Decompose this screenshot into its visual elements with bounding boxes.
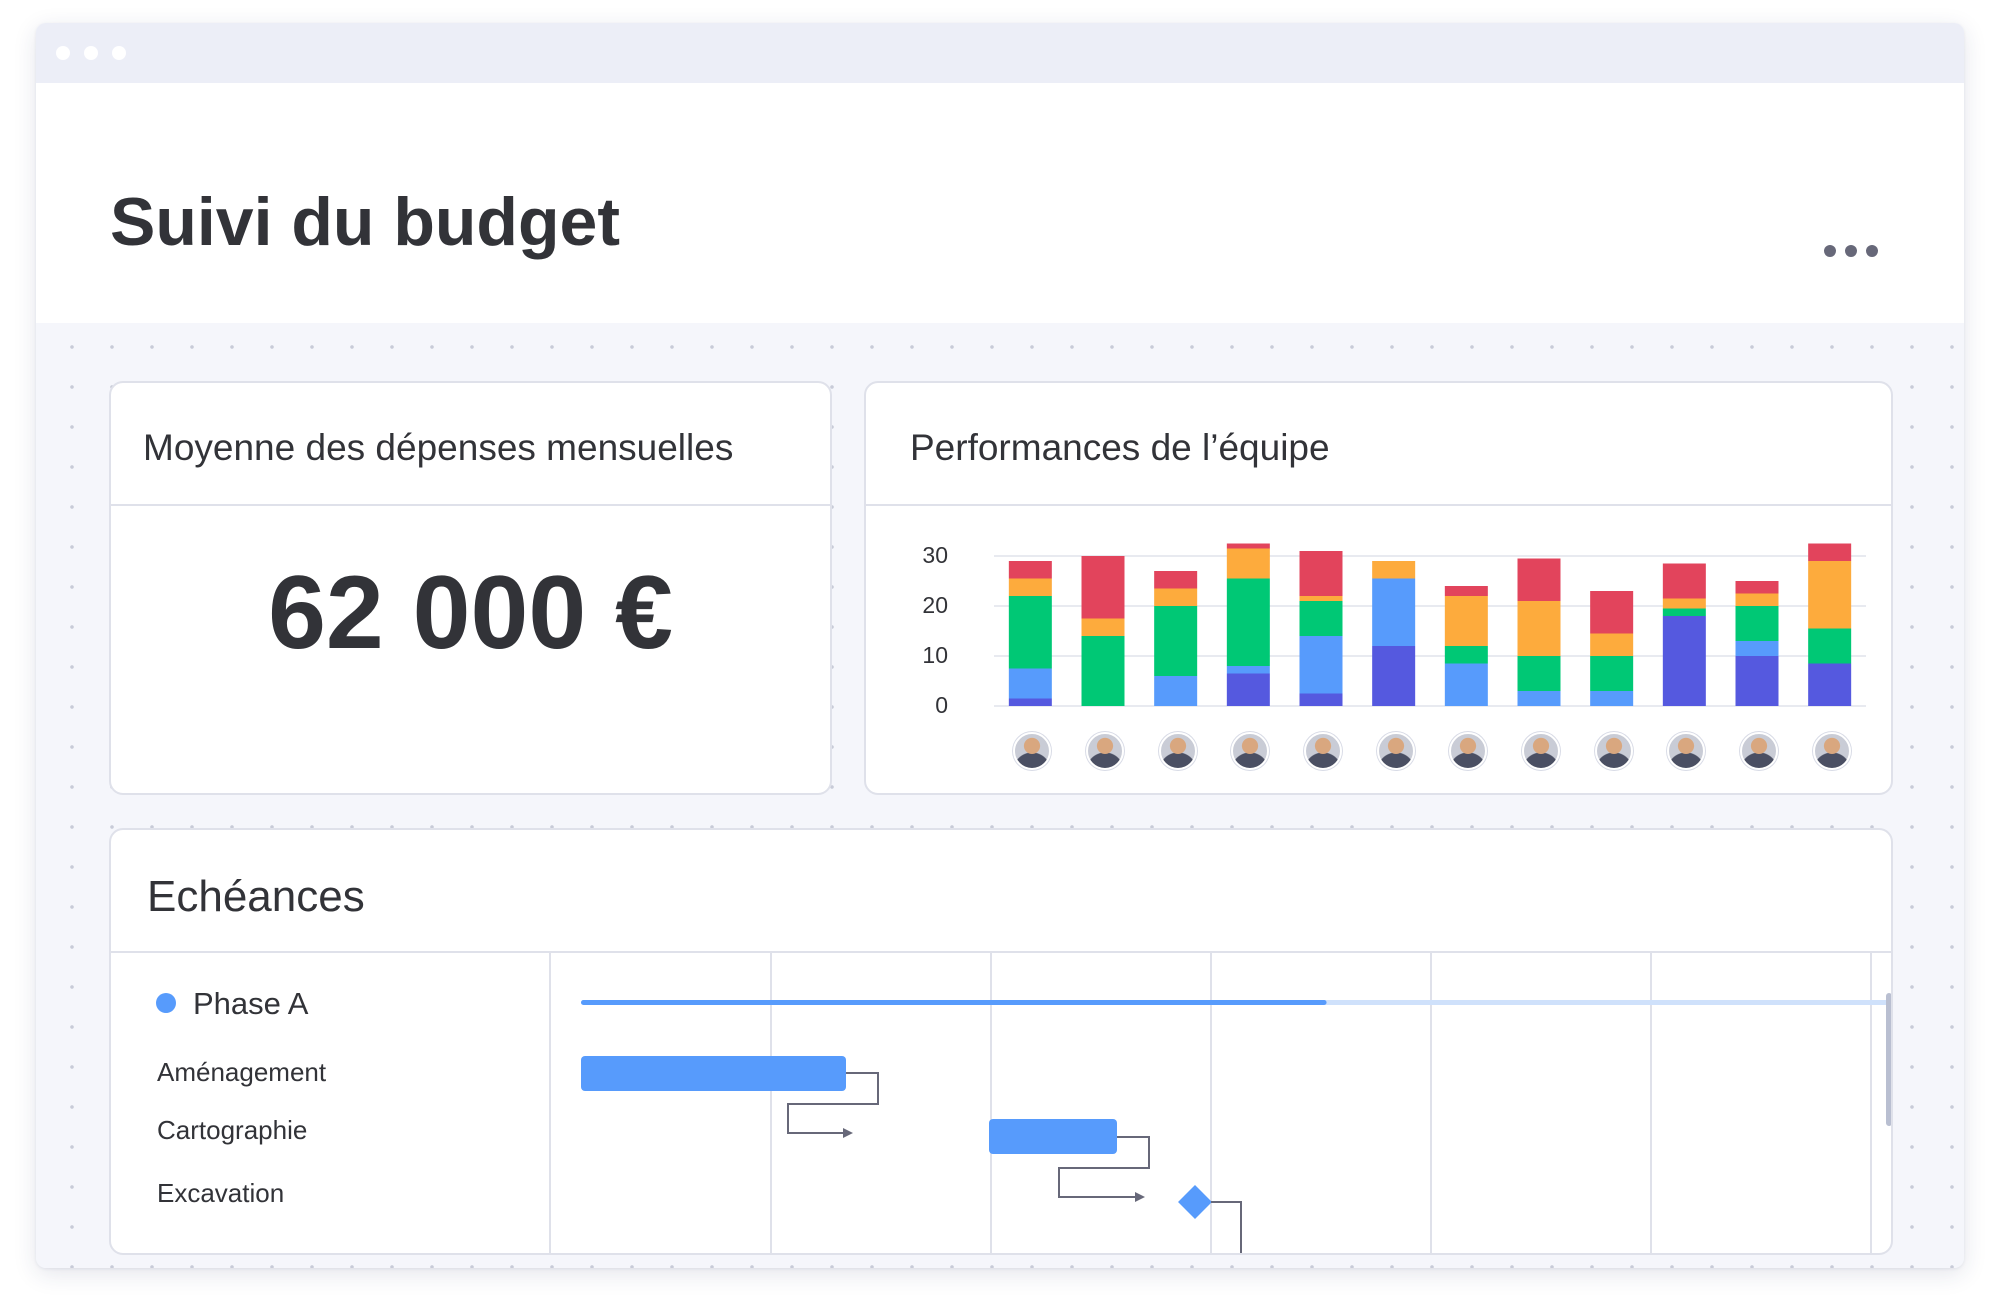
bar-segment[interactable]: [1444, 663, 1488, 707]
bar-segment[interactable]: [1226, 673, 1270, 707]
more-horizontal-icon-dot: [1866, 245, 1878, 257]
bar-segment[interactable]: [1226, 543, 1270, 549]
bar-segment[interactable]: [1081, 618, 1125, 637]
task-bar-cartographie[interactable]: [989, 1119, 1117, 1154]
bar-segment[interactable]: [1444, 586, 1488, 596]
window-control-dot[interactable]: [84, 46, 98, 60]
bar-segment[interactable]: [1372, 578, 1416, 647]
bar-segment[interactable]: [1444, 596, 1488, 646]
widget-title: Performances de l’équipe: [910, 427, 1330, 468]
dependency-connector: [1211, 1201, 1242, 1253]
task-label[interactable]: Cartographie: [157, 1115, 307, 1146]
bar-segment[interactable]: [1154, 571, 1198, 589]
milestone-excavation[interactable]: [1178, 1185, 1212, 1219]
task-bar-amenagement[interactable]: [581, 1056, 846, 1091]
bar-segment[interactable]: [1008, 561, 1052, 579]
bar-segment[interactable]: [1808, 561, 1852, 629]
performance-chart: 0 10 20 30: [866, 506, 1891, 791]
dependency-arrow-icon: [843, 1128, 853, 1138]
user-avatar-icon[interactable]: [1086, 732, 1124, 770]
average-spending-widget[interactable]: Moyenne des dépenses mensuelles 62 000 €: [109, 381, 832, 795]
phase-color-dot: [156, 993, 176, 1013]
gantt-task-list: Phase A Aménagement Cartographie Excavat…: [111, 953, 551, 1253]
bar-segment[interactable]: [1662, 608, 1706, 617]
bar-segment[interactable]: [1299, 596, 1343, 601]
bar-segment[interactable]: [1008, 578, 1052, 597]
window-control-dot[interactable]: [56, 46, 70, 60]
bar-segment[interactable]: [1590, 691, 1634, 706]
bar-segment[interactable]: [1299, 693, 1343, 707]
page-title: Suivi du budget: [110, 184, 620, 260]
user-avatar-icon[interactable]: [1522, 732, 1560, 770]
bar-segment[interactable]: [1808, 628, 1852, 664]
bar-segment[interactable]: [1154, 676, 1198, 706]
more-horizontal-icon-dot: [1845, 245, 1857, 257]
bar-segment[interactable]: [1662, 563, 1706, 599]
widget-header: Moyenne des dépenses mensuelles: [111, 383, 830, 506]
window-control-dot[interactable]: [112, 46, 126, 60]
bar-segment[interactable]: [1226, 666, 1270, 674]
average-spending-value: 62 000 €: [268, 555, 673, 671]
window-titlebar: [36, 23, 1964, 83]
bar-segment[interactable]: [1590, 633, 1634, 657]
dashboard-canvas: Moyenne des dépenses mensuelles 62 000 €…: [36, 323, 1964, 1268]
bar-segment[interactable]: [1154, 606, 1198, 676]
user-avatar-icon[interactable]: [1376, 732, 1415, 770]
app-window: Suivi du budget Moyenne des dépenses men…: [36, 23, 1964, 1268]
user-avatar-icon[interactable]: [1812, 732, 1851, 770]
more-options-button[interactable]: [1824, 241, 1884, 261]
bar-segment[interactable]: [1735, 581, 1779, 594]
bar-segment[interactable]: [1444, 646, 1488, 664]
more-horizontal-icon: [1824, 245, 1836, 257]
bar-segment[interactable]: [1008, 668, 1052, 699]
bar-segment[interactable]: [1226, 578, 1270, 667]
bar-segment[interactable]: [1299, 601, 1343, 636]
bar-segment[interactable]: [1299, 636, 1343, 694]
bar-segment[interactable]: [1735, 656, 1779, 706]
bar-segment[interactable]: [1226, 548, 1270, 579]
widget-header: Performances de l’équipe: [866, 383, 1891, 506]
bar-segment[interactable]: [1590, 591, 1634, 634]
user-avatar-icon[interactable]: [1594, 732, 1633, 770]
bar-segment[interactable]: [1008, 698, 1052, 707]
bar-segment[interactable]: [1662, 616, 1706, 706]
bar-segment[interactable]: [1372, 646, 1416, 706]
gantt-timeline: [581, 953, 1891, 1253]
widget-title: Echéances: [147, 872, 365, 921]
user-avatar-icon[interactable]: [1304, 732, 1342, 770]
bar-segment[interactable]: [1008, 596, 1052, 669]
team-performance-widget[interactable]: Performances de l’équipe 0 10 20 30: [864, 381, 1893, 795]
phase-label[interactable]: Phase A: [193, 986, 308, 1022]
timeline-scrollbar[interactable]: [1886, 993, 1891, 1126]
bar-segment[interactable]: [1735, 606, 1779, 641]
bar-segment[interactable]: [1590, 656, 1634, 691]
bar-segment[interactable]: [1735, 641, 1779, 656]
bar-segment[interactable]: [1372, 561, 1416, 579]
dashboard-header: Suivi du budget: [36, 83, 1964, 323]
bar-segment[interactable]: [1808, 543, 1852, 562]
dependency-arrow-icon: [1135, 1192, 1145, 1202]
widget-header: Echéances: [111, 830, 1891, 953]
task-label[interactable]: Excavation: [157, 1178, 284, 1209]
bar-segment[interactable]: [1662, 598, 1706, 609]
widget-title: Moyenne des dépenses mensuelles: [143, 427, 734, 468]
bar-segment[interactable]: [1154, 588, 1198, 607]
bar-segment[interactable]: [1517, 601, 1561, 656]
bar-segment[interactable]: [1299, 551, 1343, 596]
bar-segment[interactable]: [1517, 656, 1561, 691]
bar-segment[interactable]: [1517, 558, 1561, 602]
bar-segment[interactable]: [1081, 556, 1125, 619]
bar-segment[interactable]: [1517, 691, 1561, 706]
task-label[interactable]: Aménagement: [157, 1057, 326, 1088]
bar-segment[interactable]: [1081, 636, 1125, 706]
user-avatar-icon[interactable]: [1740, 732, 1778, 770]
bar-segment[interactable]: [1735, 593, 1779, 607]
deadlines-widget[interactable]: Echéances Phase A Aménagement Cartograph…: [109, 828, 1893, 1255]
user-avatar-icon[interactable]: [1158, 732, 1197, 770]
bar-segment[interactable]: [1808, 663, 1852, 707]
phase-progress-fill: [581, 1000, 1327, 1005]
